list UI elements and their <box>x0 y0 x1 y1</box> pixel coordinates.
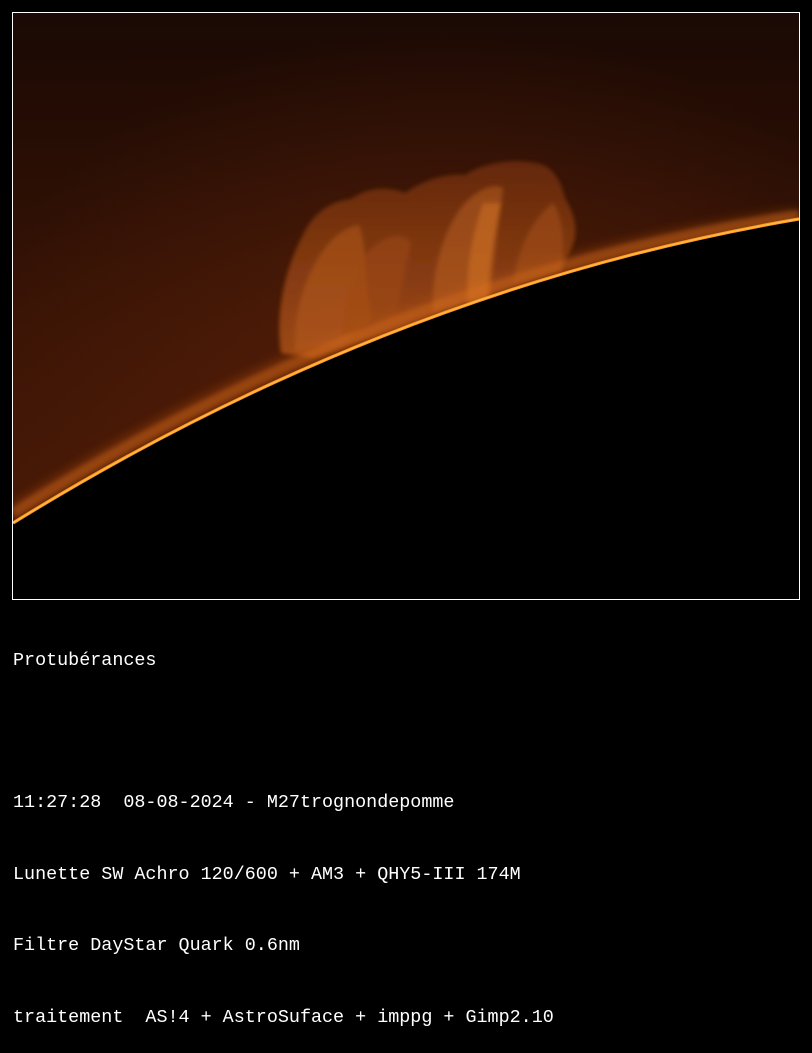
caption-title: Protubérances <box>13 649 157 671</box>
caption-processing: traitement AS!4 + AstroSuface + imppg + … <box>13 1006 554 1028</box>
solar-prominence-image <box>13 13 799 599</box>
caption-datetime-author: 11:27:28 08-08-2024 - M27trognondepomme <box>13 792 455 814</box>
photo-caption: Protubérances 11:27:28 08-08-2024 - M27t… <box>13 601 554 1053</box>
caption-equipment: Lunette SW Achro 120/600 + AM3 + QHY5-II… <box>13 863 521 885</box>
caption-filter: Filtre DayStar Quark 0.6nm <box>13 935 300 957</box>
solar-photo-frame <box>12 12 800 600</box>
